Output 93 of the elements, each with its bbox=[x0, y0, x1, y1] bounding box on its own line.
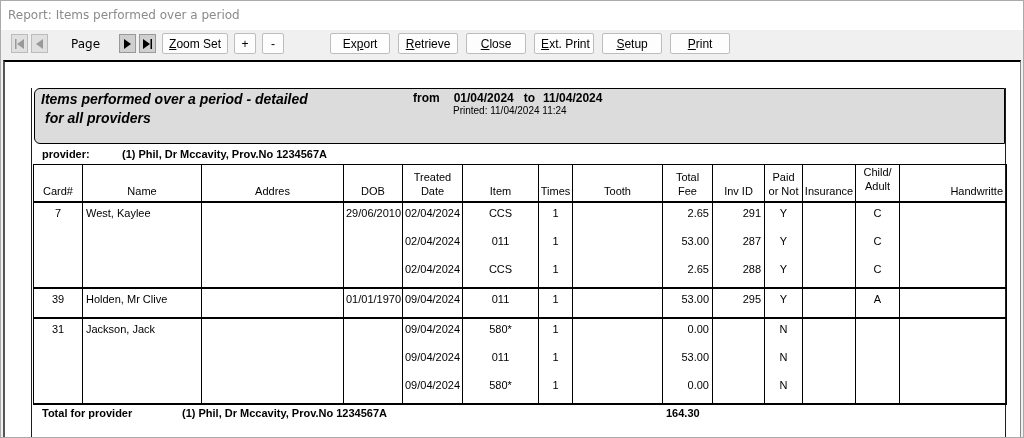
table-cell: C bbox=[873, 207, 882, 219]
left-triangle-icon bbox=[34, 37, 45, 50]
table-cell: Holden, Mr Clive bbox=[86, 293, 168, 305]
table-cell: 1 bbox=[552, 379, 559, 391]
from-date: 01/04/2024 bbox=[453, 91, 514, 105]
table-cell: 09/04/2024 bbox=[405, 379, 461, 391]
column-header: Insurance bbox=[804, 185, 854, 197]
table-cell: 02/04/2024 bbox=[405, 263, 461, 275]
column-header: Handwritte bbox=[950, 185, 1003, 197]
table-cell: 0.00 bbox=[687, 323, 709, 335]
total-fee: 164.30 bbox=[666, 407, 700, 419]
next-page-button[interactable] bbox=[119, 34, 137, 53]
provider-name: (1) Phil, Dr Mccavity, Prov.No 1234567A bbox=[122, 148, 327, 162]
table-cell: 1 bbox=[552, 207, 559, 219]
column-header: Paid or Not bbox=[768, 171, 799, 197]
table-cell: N bbox=[779, 379, 788, 391]
table-cell: 011 bbox=[491, 293, 510, 305]
total-label: Total for provider bbox=[42, 407, 134, 419]
column-header: Card# bbox=[43, 185, 73, 197]
table-cell: 291 bbox=[742, 207, 761, 219]
table-cell: 011 bbox=[491, 351, 510, 363]
table-cell: CCS bbox=[488, 263, 513, 275]
table-cell: 09/04/2024 bbox=[405, 351, 461, 363]
table-cell: Jackson, Jack bbox=[86, 323, 156, 335]
from-label: from bbox=[413, 91, 440, 105]
table-cell: 288 bbox=[742, 263, 761, 275]
table-cell: 011 bbox=[491, 235, 510, 247]
table-cell: 1 bbox=[552, 263, 559, 275]
toolbar-button[interactable]: Setup bbox=[602, 33, 663, 54]
report-subtitle: for all providers bbox=[44, 109, 152, 128]
table-cell: 2.65 bbox=[687, 263, 709, 275]
column-header: Times bbox=[540, 185, 571, 197]
column-header: Treated Date bbox=[413, 171, 452, 197]
table-cell: 01/01/1970 bbox=[346, 293, 402, 305]
table-cell: Y bbox=[779, 235, 788, 247]
table-cell: C bbox=[873, 235, 882, 247]
first-page-icon bbox=[14, 37, 25, 50]
table-cell: 1 bbox=[552, 293, 559, 305]
column-header: Addres bbox=[255, 185, 290, 197]
toolbar-button[interactable]: Close bbox=[466, 33, 527, 54]
column-header: Child/ Adult bbox=[863, 166, 892, 192]
table-cell: 2.65 bbox=[687, 207, 709, 219]
page-label: Page bbox=[71, 36, 101, 51]
table-cell: 580* bbox=[489, 379, 512, 391]
table-cell: N bbox=[779, 323, 788, 335]
toolbar-button[interactable]: Retrieve bbox=[398, 33, 459, 54]
window-title: Report: Items performed over a period bbox=[1, 1, 1023, 30]
toolbar-button[interactable]: Export bbox=[330, 33, 391, 54]
table-cell: 09/04/2024 bbox=[405, 293, 461, 305]
table-cell: 09/04/2024 bbox=[405, 323, 461, 335]
table-cell: West, Kaylee bbox=[86, 207, 151, 219]
table-cell: 31 bbox=[51, 323, 65, 335]
table-cell: 02/04/2024 bbox=[405, 235, 461, 247]
toolbar-button[interactable]: Ext. Print bbox=[534, 33, 595, 54]
table-cell: 53.00 bbox=[681, 351, 709, 363]
table-cell: C bbox=[873, 263, 882, 275]
to-date: 11/04/2024 bbox=[543, 91, 603, 105]
report-title: Items performed over a period - detailed bbox=[41, 90, 309, 109]
table-cell: 39 bbox=[51, 293, 65, 305]
table-cell: 29/06/2010 bbox=[346, 207, 402, 219]
zoom-button[interactable]: + bbox=[234, 33, 257, 54]
zoom-button[interactable]: Zoom Set bbox=[162, 33, 229, 54]
column-header: Item bbox=[489, 185, 512, 197]
table-cell: Y bbox=[779, 207, 788, 219]
table-cell: 580* bbox=[489, 323, 512, 335]
table-cell: Y bbox=[779, 293, 788, 305]
table-cell: 0.00 bbox=[687, 379, 709, 391]
table-cell: A bbox=[873, 293, 882, 305]
total-provider: (1) Phil, Dr Mccavity, Prov.No 1234567A bbox=[182, 407, 388, 419]
column-header: Name bbox=[127, 185, 157, 197]
toolbar-button[interactable]: Print bbox=[670, 33, 731, 54]
zoom-button[interactable]: - bbox=[262, 33, 285, 54]
column-header: Inv ID bbox=[724, 185, 753, 197]
table-cell: CCS bbox=[488, 207, 513, 219]
last-page-button[interactable] bbox=[139, 34, 157, 53]
provider-label: provider: bbox=[42, 148, 91, 162]
table-cell: 02/04/2024 bbox=[405, 207, 461, 219]
table-cell: 1 bbox=[552, 235, 559, 247]
table-cell: Y bbox=[779, 263, 788, 275]
table-cell: 1 bbox=[552, 323, 559, 335]
table-cell: N bbox=[779, 351, 788, 363]
column-header: Total Fee bbox=[675, 171, 700, 197]
table-cell: 287 bbox=[742, 235, 761, 247]
column-header: DOB bbox=[361, 185, 385, 197]
table-cell: 295 bbox=[742, 293, 761, 305]
column-header: Tooth bbox=[604, 185, 631, 197]
table-cell: 53.00 bbox=[681, 293, 709, 305]
table-cell: 1 bbox=[552, 351, 559, 363]
to-label: to bbox=[523, 91, 536, 105]
table-cell: 7 bbox=[54, 207, 62, 219]
last-page-icon bbox=[142, 37, 154, 50]
table-cell: 53.00 bbox=[681, 235, 709, 247]
printed-date: Printed: 11/04/2024 11:24 bbox=[453, 105, 568, 116]
